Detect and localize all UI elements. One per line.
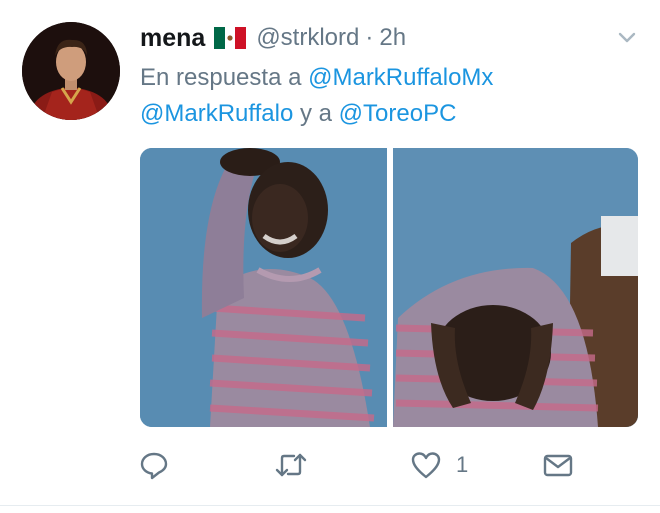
reply-button[interactable] — [138, 445, 170, 485]
avatar[interactable] — [22, 22, 120, 120]
like-button[interactable]: 1 — [410, 445, 468, 485]
reply-context: En respuesta a @MarkRuffaloMx @MarkRuffa… — [140, 60, 640, 132]
reply-prefix: En respuesta a — [140, 64, 302, 91]
mention-link[interactable]: @MarkRuffaloMx — [308, 64, 493, 91]
tweet-header: mena @strklord · 2h — [140, 22, 406, 54]
chevron-down-icon[interactable] — [616, 26, 638, 48]
display-name[interactable]: mena — [140, 24, 205, 53]
divider — [0, 505, 660, 506]
like-count: 1 — [456, 452, 469, 477]
timestamp[interactable]: 2h — [379, 24, 406, 52]
media-photo[interactable] — [140, 148, 387, 427]
heart-icon — [410, 449, 442, 481]
tweet-actions: 1 — [138, 445, 588, 485]
reply-join: y a — [299, 100, 332, 127]
avatar-image — [22, 22, 120, 120]
mexico-flag-icon — [214, 27, 247, 49]
direct-message-button[interactable] — [542, 445, 574, 485]
separator-dot: · — [365, 24, 374, 51]
mention-link[interactable]: @MarkRuffalo — [140, 100, 293, 127]
reply-icon — [138, 449, 170, 481]
retweet-icon — [274, 449, 308, 481]
tweet[interactable]: mena @strklord · 2h En respuesta a @Mark… — [0, 0, 660, 513]
media-photo[interactable] — [393, 148, 638, 427]
retweet-button[interactable] — [274, 445, 308, 485]
media-grid — [140, 148, 638, 427]
mention-link[interactable]: @ToreoPC — [339, 100, 457, 127]
user-handle[interactable]: @strklord — [256, 24, 359, 52]
envelope-icon — [542, 449, 574, 481]
